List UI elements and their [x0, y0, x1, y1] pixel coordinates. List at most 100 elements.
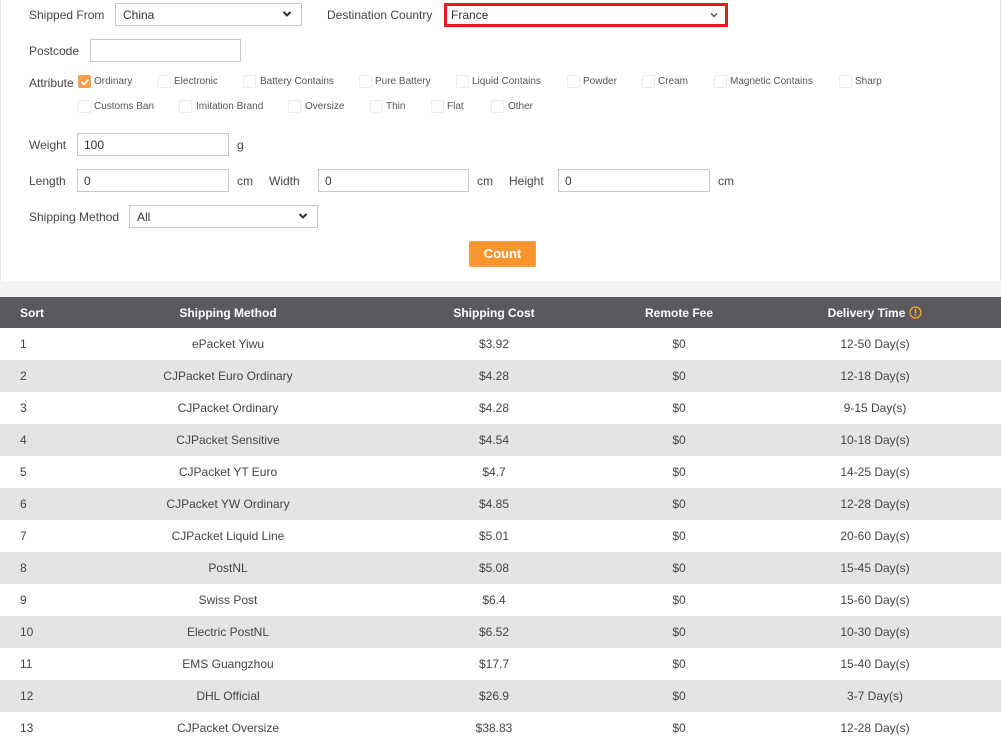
shipping-cost-cell: $4.7 — [482, 465, 506, 479]
weight-label: Weight — [29, 138, 67, 152]
attribute-label-pure-battery: Pure Battery — [375, 76, 431, 87]
delivery-time-cell: 15-45 Day(s) — [840, 561, 910, 575]
shipping-method-cell: DHL Official — [196, 689, 260, 703]
sort-cell: 9 — [20, 593, 27, 607]
delivery-time-cell: 10-30 Day(s) — [840, 625, 910, 639]
shipping-method-cell: Electric PostNL — [186, 625, 270, 639]
shipping-cost-cell: $6.4 — [482, 593, 506, 607]
table-row[interactable]: 2 CJPacket Euro Ordinary $4.28 $0 12-18 Day(… — [0, 360, 1001, 392]
sort-cell: 3 — [20, 401, 27, 415]
sort-cell: 6 — [20, 497, 27, 511]
count-button[interactable]: Count — [469, 241, 536, 267]
sort-cell: 8 — [20, 561, 27, 575]
weight-unit: g — [237, 138, 244, 152]
table-row[interactable]: 9 Swiss Post $6.4 $0 15-60 Day(s) — [0, 584, 1001, 616]
attribute-checkbox-customs-ban[interactable] — [78, 100, 91, 113]
attribute-label-sharp: Sharp — [855, 76, 882, 87]
table-row[interactable]: 6 CJPacket YW Ordinary $4.85 $0 12-28 Day(s) — [0, 488, 1001, 520]
table-row[interactable]: 12 DHL Official $26.9 $0 3-7 Day(s) — [0, 680, 1001, 712]
sort-cell: 1 — [20, 337, 27, 351]
table-row[interactable]: 8 PostNL $5.08 $0 15-45 Day(s) — [0, 552, 1001, 584]
sort-cell: 2 — [20, 369, 27, 383]
shipping-cost-cell: $5.08 — [478, 561, 510, 575]
sort-cell: 5 — [20, 465, 27, 479]
shipping-cost-cell: $5.01 — [478, 529, 510, 543]
column-header-sort[interactable]: Sort — [20, 297, 44, 328]
shipping-calculator-form: Shipped From China Destination Country F… — [0, 0, 1001, 281]
weight-input[interactable] — [77, 133, 229, 156]
sort-cell: 7 — [20, 529, 27, 543]
attribute-checkbox-imitation-brand[interactable] — [179, 100, 192, 113]
shipping-method-select[interactable]: All — [129, 205, 318, 228]
delivery-time-cell: 9-15 Day(s) — [843, 401, 907, 415]
shipping-method-cell: CJPacket Sensitive — [176, 433, 280, 447]
column-header-delivery-time: Delivery Time — [775, 297, 975, 328]
attribute-label-flat: Flat — [447, 101, 464, 112]
table-row[interactable]: 4 CJPacket Sensitive $4.54 $0 10-18 Day(s) — [0, 424, 1001, 456]
attribute-label-thin: Thin — [386, 101, 406, 112]
attribute-checkbox-oversize[interactable] — [288, 100, 301, 113]
shipping-method-cell: CJPacket Ordinary — [177, 401, 279, 415]
attribute-label-ordinary: Ordinary — [94, 76, 133, 87]
table-body: 1 ePacket Yiwu $3.92 $0 12-50 Day(s) 2 CJPacke… — [0, 328, 1001, 744]
remote-fee-cell: $0 — [672, 369, 686, 383]
attribute-checkbox-ordinary[interactable] — [78, 75, 91, 88]
shipping-cost-cell: $4.28 — [478, 369, 510, 383]
shipping-cost-cell: $4.85 — [478, 497, 510, 511]
attribute-checkbox-powder[interactable] — [567, 75, 580, 88]
table-row[interactable]: 7 CJPacket Liquid Line $5.01 $0 20-60 Day(s) — [0, 520, 1001, 552]
attribute-checkbox-battery-contains[interactable] — [243, 75, 256, 88]
shipped-from-select[interactable]: China — [115, 3, 302, 26]
remote-fee-cell: $0 — [672, 689, 686, 703]
attribute-label-liquid-contains: Liquid Contains — [472, 76, 541, 87]
attribute-checkbox-flat[interactable] — [431, 100, 444, 113]
attribute-checkbox-sharp[interactable] — [839, 75, 852, 88]
delivery-time-cell: 12-50 Day(s) — [840, 337, 910, 351]
destination-country-select[interactable]: France — [444, 3, 728, 27]
shipping-method-cell: CJPacket Euro Ordinary — [163, 369, 293, 383]
column-header-remote-fee: Remote Fee — [644, 305, 714, 320]
attribute-label-imitation-brand: Imitation Brand — [196, 101, 264, 112]
table-row[interactable]: 13 CJPacket Oversize $38.83 $0 12-28 Day(s) — [0, 712, 1001, 744]
attribute-checkbox-electronic[interactable] — [158, 75, 171, 88]
width-input[interactable] — [318, 169, 469, 192]
remote-fee-cell: $0 — [672, 433, 686, 447]
table-row[interactable]: 5 CJPacket YT Euro $4.7 $0 14-25 Day(s) — [0, 456, 1001, 488]
height-label: Height — [509, 174, 544, 188]
height-input[interactable] — [558, 169, 710, 192]
sort-cell: 11 — [20, 657, 33, 671]
chevron-down-icon — [710, 13, 718, 18]
delivery-time-cell: 12-28 Day(s) — [840, 721, 910, 735]
remote-fee-cell: $0 — [672, 625, 686, 639]
table-row[interactable]: 3 CJPacket Ordinary $4.28 $0 9-15 Day(s) — [0, 392, 1001, 424]
table-row[interactable]: 10 Electric PostNL $6.52 $0 10-30 Day(s) — [0, 616, 1001, 648]
postcode-input[interactable] — [90, 39, 241, 62]
shipping-method-cell: CJPacket YW Ordinary — [166, 497, 290, 511]
delivery-time-cell: 15-40 Day(s) — [840, 657, 910, 671]
checkmark-icon — [80, 78, 90, 86]
attribute-checkbox-liquid-contains[interactable] — [456, 75, 469, 88]
attribute-checkbox-thin[interactable] — [370, 100, 383, 113]
attribute-checkbox-pure-battery[interactable] — [359, 75, 372, 88]
remote-fee-cell: $0 — [672, 497, 686, 511]
delivery-time-cell: 12-28 Day(s) — [840, 497, 910, 511]
shipping-cost-cell: $26.9 — [478, 689, 510, 703]
delivery-time-cell: 20-60 Day(s) — [840, 529, 910, 543]
sort-cell: 12 — [20, 689, 34, 703]
attribute-checkbox-cream[interactable] — [642, 75, 655, 88]
table-row[interactable]: 1 ePacket Yiwu $3.92 $0 12-50 Day(s) — [0, 328, 1001, 360]
length-input[interactable] — [77, 169, 229, 192]
info-warning-icon[interactable] — [909, 306, 923, 319]
table-row[interactable]: 11 EMS Guangzhou $17.7 $0 15-40 Day(s) — [0, 648, 1001, 680]
shipped-from-label: Shipped From — [29, 8, 105, 22]
attribute-label-electronic: Electronic — [174, 76, 218, 87]
shipping-method-label: Shipping Method — [29, 210, 120, 224]
shipping-method-cell: ePacket Yiwu — [191, 337, 265, 351]
remote-fee-cell: $0 — [672, 401, 686, 415]
attribute-checkbox-magnetic-contains[interactable] — [714, 75, 727, 88]
shipping-cost-cell: $4.54 — [478, 433, 510, 447]
shipping-cost-cell: $3.92 — [478, 337, 510, 351]
attribute-checkbox-other[interactable] — [491, 100, 504, 113]
destination-country-label: Destination Country — [327, 8, 433, 22]
remote-fee-cell: $0 — [672, 561, 686, 575]
